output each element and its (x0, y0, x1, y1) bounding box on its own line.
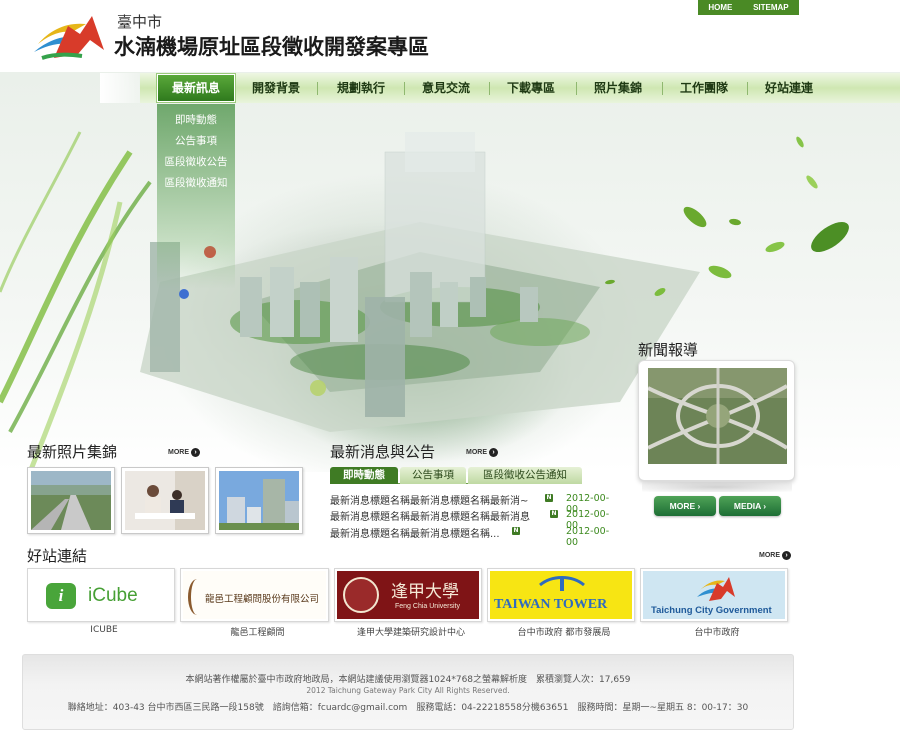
news-item-title[interactable]: 最新消息標題名稱最新消息標題名稱最新消~ (330, 492, 528, 507)
links-section-title: 好站連結 (27, 547, 88, 565)
nav-divider (489, 82, 490, 95)
fengchia-logo-subtext: Feng Chia University (395, 603, 460, 610)
footer-rights: 2012 Taichung Gateway Park City All Righ… (306, 686, 510, 695)
taichung-logo-icon[interactable] (28, 10, 110, 62)
photo-thumb[interactable] (27, 467, 115, 534)
media-button[interactable]: MEDIA › (719, 496, 781, 516)
new-badge-icon: N (550, 510, 558, 518)
link-fengchia[interactable]: 逢甲大學 Feng Chia University (334, 568, 482, 622)
photos-section-title: 最新照片集錦 (27, 443, 118, 461)
taichung-government-logo-text: Taichung City Government (651, 605, 772, 616)
footer-contact-info: 聯絡地址：403-43 台中市西區三民路一段158號 諮詢信箱：fcuardc@… (67, 703, 749, 713)
site-footer: 本網站著作權屬於臺中市政府地政局，本網站建議使用瀏覽器1024*768之螢幕解析… (22, 654, 794, 730)
buildings-photo (219, 471, 299, 530)
nav-item-planning[interactable]: 規劃執行 (337, 73, 385, 103)
photos-more-link[interactable]: MORE › (168, 448, 200, 457)
nav-item-feedback[interactable]: 意見交流 (422, 73, 470, 103)
site-city-label: 臺中市 (117, 13, 163, 31)
longyi-logo-icon (188, 579, 206, 615)
media-featured-frame[interactable] (638, 360, 795, 481)
submenu-item-expropriation-notice[interactable]: 區段徵收公告 (157, 154, 235, 169)
meeting-photo (125, 471, 205, 530)
tab-realtime[interactable]: 即時動態 (330, 467, 398, 484)
arrow-right-icon: › (489, 448, 498, 457)
link-taichung-government[interactable]: Taichung City Government (640, 568, 788, 622)
arrow-right-icon: › (782, 551, 791, 560)
highway-photo (31, 471, 111, 530)
nav-item-background[interactable]: 開發背景 (252, 73, 300, 103)
news-item-date: 2012-00-00 (566, 526, 610, 548)
tab-expropriation-notices[interactable]: 區段徵收公告通知 (468, 467, 582, 484)
link-taiwan-tower[interactable]: TAIWAN TOWER (487, 568, 635, 622)
news-item-title[interactable]: 最新消息標題名稱最新消息標題名稱最新消息 (330, 508, 530, 523)
link-caption: 台中市政府 都市發展局 (517, 628, 611, 638)
news-tabs: 即時動態 公告事項 區段徵收公告通知 (330, 467, 582, 484)
nav-divider (662, 82, 663, 95)
photo-thumb[interactable] (121, 467, 209, 534)
icube-logo-icon: i (46, 583, 76, 609)
link-icube[interactable]: i iCube (27, 568, 175, 622)
footer-copyright-note: 本網站著作權屬於臺中市政府地政局，本網站建議使用瀏覽器1024*768之螢幕解析… (185, 675, 631, 685)
main-nav: 開發背景 規劃執行 意見交流 下載專區 照片集錦 工作團隊 好站連連 (140, 73, 900, 103)
arrow-right-icon: › (191, 448, 200, 457)
nav-item-photos[interactable]: 照片集錦 (594, 73, 642, 103)
nav-item-latest-news[interactable]: 最新訊息 (157, 74, 235, 102)
news-list-item: 最新消息標題名稱最新消息標題名稱最新消~ N 2012-00-00 (330, 492, 615, 515)
interchange-photo (648, 368, 787, 464)
taiwan-tower-logo-text: TAIWAN TOWER (494, 597, 608, 612)
media-section-title: 新聞報導 (638, 341, 699, 359)
longyi-logo-text: 龍邑工程顧問股份有限公司 (205, 594, 320, 605)
links-more-link[interactable]: MORE › (759, 551, 791, 560)
link-caption: ICUBE (90, 625, 118, 635)
news-item-title[interactable]: 最新消息標題名稱最新消息標題名稱... (330, 525, 500, 540)
submenu-item-expropriation-letter[interactable]: 區段徵收通知 (157, 175, 235, 190)
media-frame-shadow (642, 482, 792, 492)
new-badge-icon: N (512, 527, 520, 535)
link-caption: 逢甲大學建築研究設計中心 (356, 628, 465, 638)
nav-divider (747, 82, 748, 95)
link-longyi[interactable]: 龍邑工程顧問股份有限公司 (180, 568, 329, 622)
taichung-government-logo-icon (697, 577, 735, 601)
fengchia-seal-icon (343, 577, 379, 613)
news-more-link[interactable]: MORE › (466, 448, 498, 457)
nav-item-team[interactable]: 工作團隊 (680, 73, 728, 103)
site-title: 水湳機場原址區段徵收開發案專區 (114, 35, 429, 59)
nav-divider (404, 82, 405, 95)
nav-item-downloads[interactable]: 下載專區 (507, 73, 555, 103)
link-caption: 台中市政府 (694, 628, 740, 638)
fengchia-logo-text: 逢甲大學 (391, 582, 459, 602)
new-badge-icon: N (545, 494, 553, 502)
nav-divider (317, 82, 318, 95)
home-link[interactable]: HOME (708, 3, 732, 12)
submenu-item-announcements[interactable]: 公告事項 (157, 133, 235, 148)
latest-news-submenu: 即時動態 公告事項 區段徵收公告 區段徵收通知 (157, 104, 235, 289)
icube-logo-text: iCube (88, 585, 138, 606)
media-more-button[interactable]: MORE › (654, 496, 716, 516)
submenu-item-realtime[interactable]: 即時動態 (157, 112, 235, 127)
sitemap-link[interactable]: SITEMAP (753, 3, 789, 12)
utility-bar: HOME SITEMAP (698, 0, 799, 15)
photo-thumb[interactable] (215, 467, 303, 534)
nav-item-links[interactable]: 好站連連 (765, 73, 813, 103)
news-list-item: 最新消息標題名稱最新消息標題名稱... N 2012-00-00 (330, 525, 615, 548)
news-section-title: 最新消息與公告 (330, 443, 436, 461)
link-caption: 龍邑工程顧問 (230, 628, 285, 638)
nav-divider (576, 82, 577, 95)
taiwan-tower-icon (539, 576, 585, 591)
news-list-item: 最新消息標題名稱最新消息標題名稱最新消息 N 2012-00-00 (330, 508, 615, 531)
tab-announcements[interactable]: 公告事項 (400, 467, 466, 484)
